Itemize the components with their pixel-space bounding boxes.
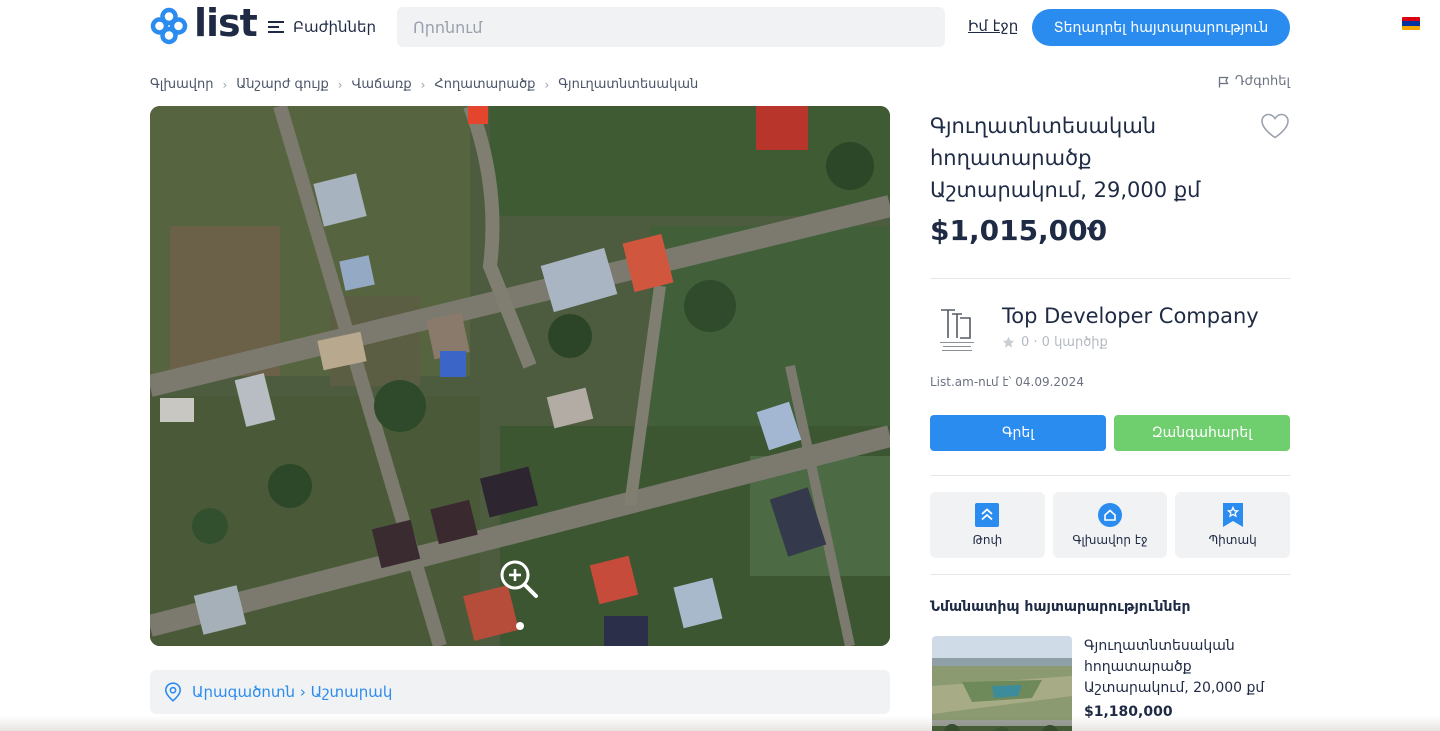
logo-icon	[150, 7, 188, 45]
member-since: List.am-ում է՝ 04.09.2024	[930, 375, 1084, 389]
breadcrumb-separator-icon: ›	[544, 77, 550, 92]
breadcrumb-item-home[interactable]: Գլխավոր	[150, 77, 213, 92]
similar-ads-heading: Նմանատիպ հայտարարություններ	[930, 599, 1191, 615]
listing-price: $1,015,000	[930, 214, 1108, 247]
breadcrumb-item-real-estate[interactable]: Անշարժ գույք	[236, 77, 329, 92]
language-flag-icon[interactable]	[1402, 17, 1420, 30]
home-icon	[1098, 503, 1122, 527]
photo-gallery[interactable]	[150, 106, 890, 646]
logo-text: list	[194, 1, 258, 45]
heart-icon[interactable]	[1260, 112, 1290, 140]
my-page-link[interactable]: Իմ էջը	[968, 17, 1018, 35]
location-pin-icon	[164, 682, 182, 702]
divider	[930, 475, 1290, 476]
tile-label[interactable]: Պիտակ	[1175, 492, 1291, 558]
breadcrumb-separator-icon: ›	[337, 77, 343, 92]
divider	[930, 278, 1290, 279]
bottom-shadow	[0, 716, 1440, 731]
star-icon	[1002, 336, 1015, 348]
menu-icon	[268, 21, 284, 33]
flag-icon	[1218, 76, 1229, 87]
breadcrumb-item-agricultural[interactable]: Գյուղատնտեսական	[558, 77, 698, 92]
zoom-icon[interactable]	[498, 558, 540, 600]
promotion-tiles: Թոփ Գլխավոր էջ Պիտակ	[930, 492, 1291, 558]
breadcrumb-item-sale[interactable]: Վաճառք	[352, 77, 412, 92]
location-link[interactable]: Արագածոտն › Աշտարակ	[150, 670, 890, 714]
location-text: Արագածոտն › Աշտարակ	[192, 683, 393, 701]
listing-title: Գյուղատնտեսական հողատարածք Աշտարակում, 2…	[930, 114, 1201, 202]
post-ad-button[interactable]: Տեղադրել հայտարարություն	[1032, 9, 1290, 46]
tile-top[interactable]: Թոփ	[930, 492, 1045, 558]
categories-menu-button[interactable]: Բաժիններ	[268, 14, 376, 40]
chevron-down-icon[interactable]	[1084, 222, 1100, 238]
categories-menu-label: Բաժիններ	[293, 18, 376, 36]
divider	[930, 574, 1290, 575]
logo[interactable]: list	[150, 1, 258, 46]
tile-label-label: Պիտակ	[1208, 533, 1257, 547]
search-input[interactable]	[397, 7, 945, 47]
similar-ad-title: Գյուղատնտեսական հողատարածք Աշտարակում, 2…	[1084, 638, 1265, 696]
report-button[interactable]: Դժգոհել	[1218, 74, 1290, 89]
tile-homepage-label: Գլխավոր էջ	[1072, 533, 1148, 547]
gallery-dot-active[interactable]	[516, 622, 524, 630]
company-name-link[interactable]: Top Developer Company	[1002, 304, 1259, 328]
tile-homepage[interactable]: Գլխավոր էջ	[1052, 492, 1168, 558]
breadcrumb-item-land[interactable]: Հողատարածք	[434, 77, 535, 92]
report-label: Դժգոհել	[1234, 74, 1290, 89]
arrow-up-icon	[975, 503, 1000, 527]
breadcrumb-separator-icon: ›	[222, 77, 228, 92]
breadcrumb: Գլխավոր › Անշարժ գույք › Վաճառք › Հողատա…	[150, 77, 698, 92]
company-rating[interactable]: 0 · 0 կարծիք	[1002, 335, 1108, 350]
company-logo[interactable]	[930, 304, 984, 358]
breadcrumb-separator-icon: ›	[420, 77, 426, 92]
star-icon	[1222, 503, 1243, 527]
header: list Բաժիններ Իմ էջը Տեղադրել հայտարարու…	[0, 0, 1440, 56]
write-message-button[interactable]: Գրել	[930, 415, 1106, 451]
tile-top-label: Թոփ	[972, 533, 1003, 547]
call-button[interactable]: Զանգահարել	[1114, 415, 1290, 451]
rating-text: 0 · 0 կարծիք	[1021, 335, 1108, 350]
